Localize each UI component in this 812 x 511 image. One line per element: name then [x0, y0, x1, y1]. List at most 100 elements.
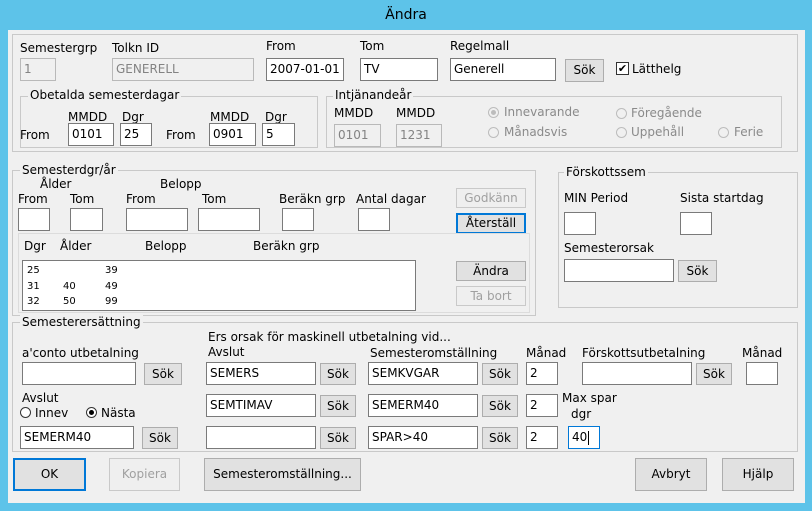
berakn-grp-field[interactable]	[282, 208, 314, 231]
avslut-orsak-sok-button[interactable]: Sök	[142, 427, 178, 449]
col-dgr-header: Dgr	[24, 239, 46, 253]
max-spar-label: Max spar	[562, 391, 617, 405]
row-belopp: 49	[105, 281, 118, 292]
avbryt-button[interactable]: Avbryt	[635, 458, 707, 491]
nasta-radio[interactable]	[86, 407, 97, 418]
aconto-field[interactable]	[22, 362, 136, 385]
manad-field-1[interactable]: 2	[526, 362, 558, 385]
uppehall-radio[interactable]	[616, 127, 627, 138]
avslut-sok-button-3[interactable]: Sök	[320, 427, 356, 449]
obetalda-mmdd-field-2[interactable]: 0901	[209, 123, 256, 146]
row-belopp: 39	[105, 265, 118, 276]
obetalda-from-label-2: From	[166, 128, 196, 142]
manad-field-2[interactable]: 2	[526, 394, 558, 417]
godkann-button[interactable]: Godkänn	[456, 188, 526, 208]
innevarande-label: Innevarande	[504, 105, 580, 119]
obetalda-dgr-field-2[interactable]: 5	[262, 123, 295, 146]
avslut-sok-button-1[interactable]: Sök	[320, 363, 356, 385]
foregaende-radio[interactable]	[616, 108, 627, 119]
forskottsutb-sok-button[interactable]: Sök	[696, 363, 732, 385]
belopp-tom-field[interactable]	[198, 208, 260, 231]
manad2-col-label: Månad	[742, 346, 783, 360]
intjanande-mmdd-label-1: MMDD	[334, 106, 374, 120]
intjanande-from-field[interactable]: 0101	[334, 124, 381, 147]
sista-startdag-field[interactable]	[680, 212, 712, 235]
col-belopp-header: Belopp	[145, 239, 187, 253]
semomst-field-1[interactable]: SEMKVGAR	[368, 362, 478, 385]
semomst-sok-button-3[interactable]: Sök	[482, 427, 518, 449]
avslut-sok-button-2[interactable]: Sök	[320, 395, 356, 417]
semesterorsak-field[interactable]	[564, 259, 674, 282]
avslut-orsak-field[interactable]: SEMERM40	[20, 426, 134, 449]
regelmall-sok-button[interactable]: Sök	[565, 59, 604, 82]
semomst-sok-button-1[interactable]: Sök	[482, 363, 518, 385]
foregaende-label: Föregående	[631, 106, 702, 120]
hjalp-button[interactable]: Hjälp	[722, 458, 794, 491]
from-date-field[interactable]: 2007-01-01	[266, 58, 344, 81]
manad2-field[interactable]	[746, 362, 778, 385]
semesteromstallning-button[interactable]: Semesteromställning...	[204, 458, 361, 491]
ers-orsak-label: Ers orsak för maskinell utbetalning vid.…	[208, 330, 451, 344]
obetalda-mmdd-label-2: MMDD	[210, 110, 250, 124]
semesterorsak-sok-button[interactable]: Sök	[678, 260, 717, 282]
tolknid-field[interactable]: GENERELL	[112, 58, 254, 81]
max-spar-field[interactable]: 40	[568, 426, 600, 449]
max-spar-dgr-label: dgr	[571, 407, 592, 421]
andra-button[interactable]: Ändra	[456, 261, 526, 281]
alder-label: Ålder	[40, 177, 72, 191]
min-period-field[interactable]	[564, 212, 596, 235]
obetalda-mmdd-field-1[interactable]: 0101	[68, 123, 114, 146]
latthelg-checkbox[interactable]: ✔	[616, 62, 629, 75]
tolknid-label: Tolkn ID	[112, 41, 160, 55]
latthelg-label: Lätthelg	[632, 62, 682, 76]
antal-dagar-label: Antal dagar	[356, 192, 426, 206]
semomst-col-label: Semesteromställning	[370, 346, 498, 360]
semomst-field-2[interactable]: SEMERM40	[368, 394, 478, 417]
innevarande-radio[interactable]	[488, 107, 499, 118]
semesterdgr-title: Semesterdgr/år	[20, 163, 118, 177]
aterstall-button[interactable]: Återställ	[456, 213, 526, 234]
innev-label: Innev	[35, 406, 69, 420]
obetalda-dgr-field-1[interactable]: 25	[120, 123, 152, 146]
semestergrp-label: Semestergrp	[20, 41, 98, 55]
row-alder: 40	[63, 281, 76, 292]
avslut-field-3[interactable]	[206, 426, 316, 449]
semestergrp-field[interactable]: 1	[20, 58, 56, 81]
row-dgr: 25	[27, 265, 40, 276]
belopp-from-field[interactable]	[126, 208, 188, 231]
avslut-field-2[interactable]: SEMTIMAV	[206, 394, 316, 417]
antal-dagar-field[interactable]	[358, 208, 390, 231]
alder-tom-field[interactable]	[70, 208, 103, 231]
semesterorsak-label: Semesterorsak	[564, 241, 654, 255]
belopp-label: Belopp	[160, 177, 202, 191]
aconto-sok-button[interactable]: Sök	[144, 363, 182, 385]
intjanande-to-field[interactable]: 1231	[396, 124, 442, 147]
intjanande-group	[326, 96, 782, 148]
avslut-col-label: Avslut	[208, 345, 245, 359]
innev-radio[interactable]	[20, 407, 31, 418]
obetalda-mmdd-label-1: MMDD	[68, 110, 108, 124]
kopiera-button[interactable]: Kopiera	[109, 458, 180, 491]
dialog-client: Semestergrp 1 Tolkn ID GENERELL From 200…	[8, 30, 805, 503]
regelmall-field[interactable]: Generell	[450, 58, 556, 81]
max-spar-value: 40	[572, 430, 588, 444]
ferie-label: Ferie	[734, 125, 764, 139]
semomst-field-3[interactable]: SPAR>40	[368, 426, 478, 449]
belopp-tom-label: Tom	[202, 192, 227, 206]
ferie-radio[interactable]	[718, 127, 729, 138]
ok-button[interactable]: OK	[13, 458, 86, 491]
manadsvis-radio[interactable]	[488, 127, 499, 138]
from-label: From	[266, 39, 296, 53]
sista-startdag-label: Sista startdag	[680, 191, 764, 205]
tom-date-field[interactable]: TV	[360, 58, 438, 81]
alder-from-field[interactable]	[18, 208, 50, 231]
manad-field-3[interactable]: 2	[526, 426, 558, 449]
ta-bort-button[interactable]: Ta bort	[456, 286, 526, 306]
forskottsutb-field[interactable]	[582, 362, 692, 385]
avslut-field-1[interactable]: SEMERS	[206, 362, 316, 385]
berakn-grp-label: Beräkn grp	[279, 192, 346, 206]
obetalda-dgr-label-1: Dgr	[122, 110, 144, 124]
semesterdgr-list[interactable]: 25 39 31 40 49 32 50 99	[22, 260, 416, 311]
semomst-sok-button-2[interactable]: Sök	[482, 395, 518, 417]
forskott-title: Förskottssem	[564, 165, 648, 179]
